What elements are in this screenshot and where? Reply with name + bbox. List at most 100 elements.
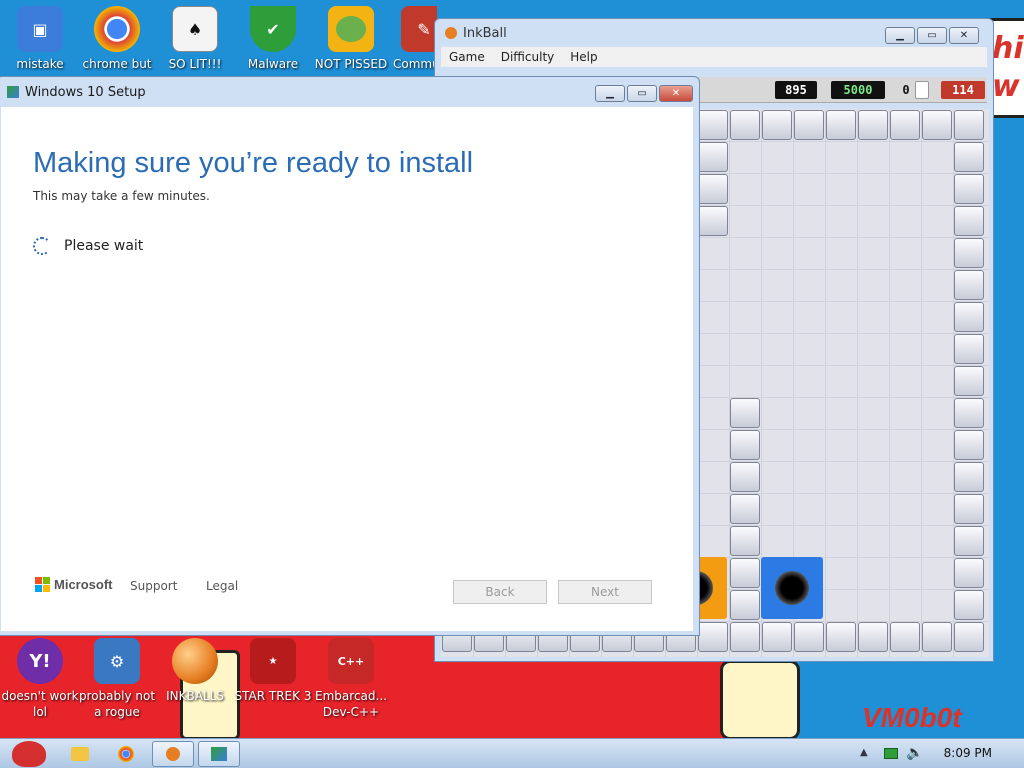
yahoo-icon: Y! bbox=[17, 638, 63, 684]
taskbar-chrome[interactable] bbox=[110, 741, 142, 767]
angry-bird-icon bbox=[12, 741, 46, 767]
desktop-icon-community[interactable]: ✎ Commu bbox=[381, 6, 437, 72]
setup-content: Making sure you’re ready to install This… bbox=[1, 107, 693, 631]
status-text: Please wait bbox=[64, 238, 144, 254]
close-button[interactable]: ✕ bbox=[659, 85, 693, 102]
microsoft-brand: Microsoft bbox=[54, 577, 113, 592]
desktop-icon-yahoo[interactable]: Y! doesn't work lol bbox=[0, 638, 80, 720]
back-button[interactable]: Back bbox=[453, 580, 547, 604]
volume-icon[interactable]: 🔈 bbox=[906, 745, 923, 761]
desktop-icon-label: INKBALLS bbox=[166, 689, 224, 703]
inkball-menubar: Game Difficulty Help bbox=[441, 47, 987, 67]
setup-title: Windows 10 Setup bbox=[25, 84, 146, 100]
menu-help[interactable]: Help bbox=[570, 50, 597, 64]
system-clock[interactable]: 8:09 PM bbox=[944, 746, 992, 760]
wall-tile bbox=[730, 462, 760, 492]
wall-tile bbox=[954, 174, 984, 204]
menu-game[interactable]: Game bbox=[449, 50, 485, 64]
desktop-icon-devcpp[interactable]: C++ Embarcad... Dev-C++ bbox=[311, 638, 391, 720]
desktop-icon-rogue[interactable]: ⚙ probably not a rogue bbox=[77, 638, 157, 720]
setup-app-icon bbox=[7, 86, 19, 98]
support-link[interactable]: Support bbox=[130, 579, 177, 593]
desktop-icon-label: chrome but bbox=[82, 57, 152, 71]
menu-difficulty[interactable]: Difficulty bbox=[501, 50, 555, 64]
inkball-icon bbox=[166, 747, 180, 761]
wall-tile bbox=[954, 558, 984, 588]
page-subtitle: This may take a few minutes. bbox=[33, 189, 210, 203]
wall-tile bbox=[826, 110, 856, 140]
network-icon[interactable] bbox=[884, 748, 898, 759]
wall-tile bbox=[954, 110, 984, 140]
taskbar-explorer[interactable] bbox=[64, 741, 96, 767]
desktop-icon-label: Embarcad... Dev-C++ bbox=[315, 689, 387, 719]
desktop-icon-inkballs[interactable]: INKBALLS bbox=[155, 638, 235, 704]
setup-window[interactable]: Windows 10 Setup ▁ ▭ ✕ Making sure you’r… bbox=[0, 76, 700, 636]
wall-tile bbox=[954, 462, 984, 492]
taskbar: ▲ 🔈 8:09 PM bbox=[0, 738, 1024, 768]
computer-icon: ▣ bbox=[17, 6, 63, 52]
chrome-icon bbox=[94, 6, 140, 52]
desktop-icon-label: SO LIT!!! bbox=[168, 57, 222, 71]
wall-tile bbox=[922, 110, 952, 140]
wall-tile bbox=[730, 622, 760, 652]
cards-icon: ♠ bbox=[172, 6, 218, 52]
grid-line bbox=[857, 109, 858, 657]
wall-tile bbox=[954, 494, 984, 524]
close-button[interactable]: ✕ bbox=[949, 27, 979, 44]
wall-tile bbox=[698, 174, 728, 204]
taskbar-inkball[interactable] bbox=[152, 741, 194, 767]
taskbar-setup[interactable] bbox=[198, 741, 240, 767]
wall-tile bbox=[794, 622, 824, 652]
wall-tile bbox=[698, 110, 728, 140]
spinner-icon bbox=[33, 237, 51, 255]
legal-link[interactable]: Legal bbox=[206, 579, 238, 593]
desktop-icon-solitaire[interactable]: ♠ SO LIT!!! bbox=[155, 6, 235, 72]
inkball-title: InkBall bbox=[463, 25, 507, 41]
wall-tile bbox=[954, 238, 984, 268]
desktop-icon-mistake[interactable]: ▣ mistake bbox=[0, 6, 80, 72]
wall-tile bbox=[954, 430, 984, 460]
desktop-icon-chrome[interactable]: chrome but bbox=[77, 6, 157, 72]
wall-tile bbox=[762, 110, 792, 140]
minimize-button[interactable]: ▁ bbox=[595, 85, 625, 102]
grid-line bbox=[889, 109, 890, 657]
minimize-button[interactable]: ▁ bbox=[885, 27, 915, 44]
score-counter: 5000 bbox=[831, 81, 885, 99]
wallpaper-signature: VM0b0t bbox=[862, 702, 962, 733]
level-score-counter: 114 bbox=[941, 81, 985, 99]
folder-icon bbox=[71, 747, 89, 761]
desktop-icon-malware[interactable]: ✔ Malware bbox=[233, 6, 313, 72]
setup-window-controls: ▁ ▭ ✕ bbox=[595, 85, 693, 102]
page-title: Making sure you’re ready to install bbox=[33, 147, 474, 179]
desktop-icon-star-trek[interactable]: ★ STAR TREK 3 bbox=[233, 638, 313, 704]
wall-tile bbox=[858, 110, 888, 140]
microsoft-logo: Microsoft bbox=[35, 577, 113, 592]
time-counter: 895 bbox=[775, 81, 817, 99]
wall-tile bbox=[922, 622, 952, 652]
grid-line bbox=[825, 109, 826, 657]
wall-tile bbox=[954, 526, 984, 556]
wall-tile bbox=[954, 270, 984, 300]
desktop-icon-label: STAR TREK 3 bbox=[234, 689, 312, 703]
chrome-icon bbox=[118, 746, 134, 762]
maximize-button[interactable]: ▭ bbox=[627, 85, 657, 102]
desktop-icon-not-pissed[interactable]: NOT PISSED bbox=[311, 6, 391, 72]
show-hidden-icons-icon[interactable]: ▲ bbox=[860, 747, 868, 758]
shield-icon: ✔ bbox=[250, 6, 296, 52]
pig-icon bbox=[328, 6, 374, 52]
ball-indicator-icon bbox=[915, 81, 929, 99]
start-button[interactable] bbox=[4, 741, 54, 767]
maximize-button[interactable]: ▭ bbox=[917, 27, 947, 44]
wall-tile bbox=[890, 622, 920, 652]
next-button[interactable]: Next bbox=[558, 580, 652, 604]
wall-tile bbox=[890, 110, 920, 140]
inkball-icon bbox=[172, 638, 218, 684]
wall-tile bbox=[762, 622, 792, 652]
startrek-icon: ★ bbox=[250, 638, 296, 684]
wall-tile bbox=[698, 206, 728, 236]
wall-tile bbox=[954, 590, 984, 620]
wall-tile bbox=[730, 494, 760, 524]
desktop-icon-label: doesn't work lol bbox=[1, 689, 79, 719]
wall-tile bbox=[730, 526, 760, 556]
wall-tile bbox=[698, 142, 728, 172]
